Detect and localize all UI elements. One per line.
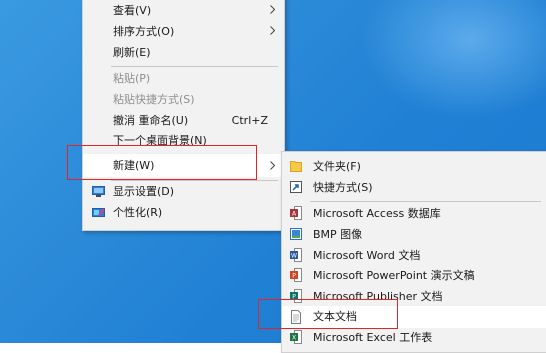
menu-item-display-settings[interactable]: 显示设置(D) [83, 181, 284, 202]
excel-icon: X [290, 330, 302, 344]
svg-text:P: P [292, 273, 296, 280]
submenu-item-label: Microsoft Excel 工作表 [313, 331, 433, 344]
menu-item-label: 排序方式(O) [113, 25, 175, 38]
menu-item-personalize[interactable]: 个性化(R) [83, 202, 284, 223]
annotation-highlight-text-document [258, 299, 398, 329]
chevron-right-icon [270, 161, 275, 170]
submenu-item-shortcut[interactable]: 快捷方式(S) [282, 177, 546, 198]
submenu-item-bmp-image[interactable]: BMP 图像 [282, 224, 546, 245]
menu-item-label: 显示设置(D) [113, 185, 175, 198]
menu-item-undo-rename[interactable]: 撤消 重命名(U) Ctrl+Z [83, 110, 284, 131]
shortcut-icon [290, 181, 302, 193]
submenu-item-label: BMP 图像 [313, 228, 363, 241]
menu-item-shortcut: Ctrl+Z [231, 114, 268, 127]
access-icon: A [290, 206, 302, 220]
submenu-item-label: 快捷方式(S) [313, 181, 373, 194]
menu-item-label: 粘贴快捷方式(S) [113, 93, 195, 106]
menu-item-label: 个性化(R) [113, 206, 163, 219]
submenu-item-label: Microsoft PowerPoint 演示文稿 [313, 269, 475, 282]
menu-separator [111, 66, 278, 67]
bmp-icon [290, 228, 302, 240]
desktop-context-menu: 查看(V) 排序方式(O) 刷新(E) 粘贴(P) 粘贴快捷方式(S) 撤消 重… [82, 0, 285, 231]
annotation-highlight-new [67, 145, 257, 180]
menu-separator [310, 201, 541, 202]
display-icon [92, 186, 105, 197]
submenu-item-label: 文件夹(F) [313, 160, 361, 173]
chevron-right-icon [270, 26, 275, 35]
svg-text:X: X [292, 335, 296, 342]
chevron-right-icon [270, 5, 275, 14]
svg-text:W: W [291, 253, 297, 260]
submenu-item-excel-worksheet[interactable]: X Microsoft Excel 工作表 [282, 327, 546, 348]
menu-item-label: 撤消 重命名(U) [113, 114, 189, 127]
submenu-item-word-document[interactable]: W Microsoft Word 文档 [282, 245, 546, 266]
menu-item-paste[interactable]: 粘贴(P) [83, 68, 284, 89]
word-icon: W [290, 248, 302, 262]
wallpaper-light-glow [360, 0, 546, 120]
menu-item-sort-by[interactable]: 排序方式(O) [83, 21, 284, 42]
menu-item-refresh[interactable]: 刷新(E) [83, 42, 284, 63]
submenu-item-powerpoint-presentation[interactable]: P Microsoft PowerPoint 演示文稿 [282, 265, 546, 286]
menu-item-view[interactable]: 查看(V) [83, 0, 284, 21]
submenu-item-label: Microsoft Access 数据库 [313, 207, 441, 220]
folder-icon [290, 161, 302, 172]
submenu-item-folder[interactable]: 文件夹(F) [282, 156, 546, 177]
powerpoint-icon: P [290, 268, 302, 282]
submenu-item-access-database[interactable]: A Microsoft Access 数据库 [282, 203, 546, 224]
menu-item-label: 粘贴(P) [113, 72, 151, 85]
submenu-item-label: Microsoft Word 文档 [313, 249, 421, 262]
menu-item-label: 刷新(E) [113, 46, 151, 59]
menu-item-paste-shortcut[interactable]: 粘贴快捷方式(S) [83, 89, 284, 110]
personalize-icon [92, 208, 105, 217]
menu-item-label: 查看(V) [113, 4, 152, 17]
